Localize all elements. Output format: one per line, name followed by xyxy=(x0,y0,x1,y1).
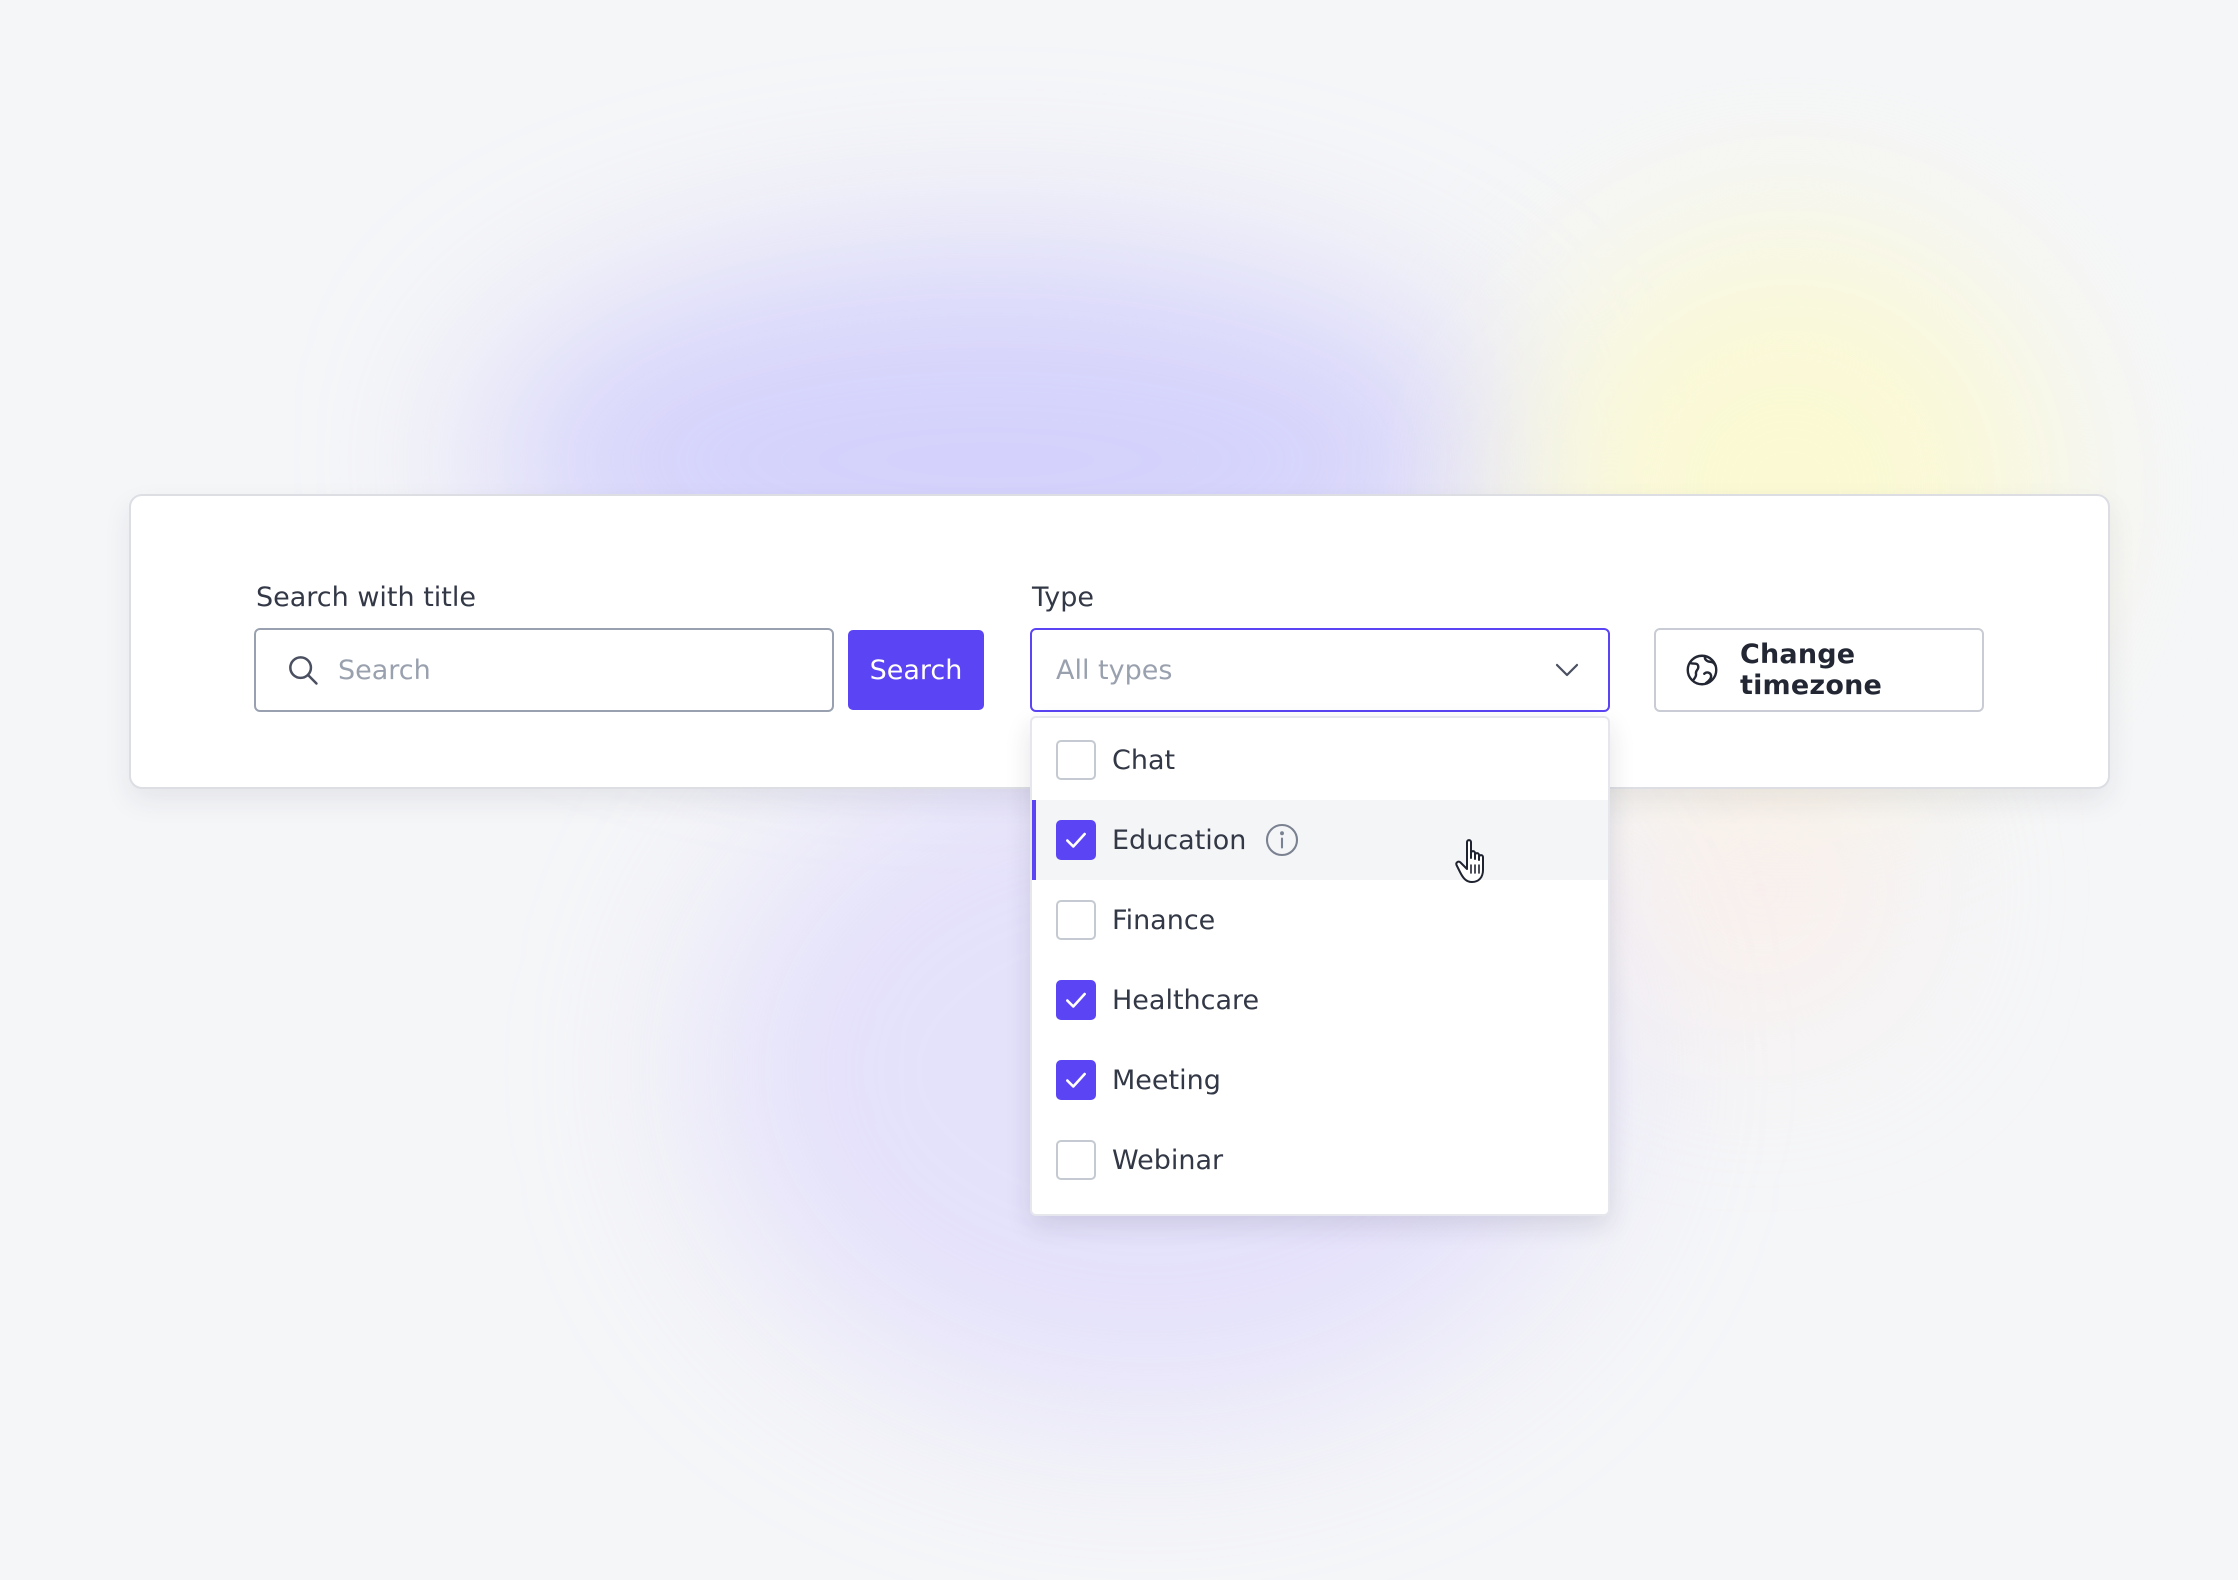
background-glow xyxy=(1620,760,1900,1020)
type-label: Type xyxy=(1032,582,1095,613)
search-button[interactable]: Search xyxy=(848,630,984,710)
option-checkbox[interactable] xyxy=(1056,740,1096,780)
option-label: Chat xyxy=(1112,744,1176,776)
option-label: Meeting xyxy=(1112,1064,1221,1096)
option-chat[interactable]: Chat xyxy=(1032,720,1608,800)
option-checkbox[interactable] xyxy=(1056,820,1096,860)
type-select-value: All types xyxy=(1056,654,1173,686)
page-background: Search with title Search Type All types xyxy=(0,0,2238,1580)
globe-icon xyxy=(1684,652,1720,688)
search-icon xyxy=(284,651,322,689)
type-dropdown-menu: Chat Education Finance Healthcare Meetin… xyxy=(1030,716,1610,1216)
search-input[interactable] xyxy=(338,654,832,686)
chevron-down-icon xyxy=(1552,655,1582,685)
option-checkbox[interactable] xyxy=(1056,980,1096,1020)
option-finance[interactable]: Finance xyxy=(1032,880,1608,960)
option-checkbox[interactable] xyxy=(1056,900,1096,940)
change-timezone-label: Change timezone xyxy=(1740,639,1883,701)
option-label: Healthcare xyxy=(1112,984,1260,1016)
option-healthcare[interactable]: Healthcare xyxy=(1032,960,1608,1040)
check-icon xyxy=(1066,992,1086,1008)
option-label: Finance xyxy=(1112,904,1216,936)
check-icon xyxy=(1066,832,1086,848)
hand-cursor-icon xyxy=(1455,839,1484,883)
option-meeting[interactable]: Meeting xyxy=(1032,1040,1608,1120)
change-timezone-button[interactable]: Change timezone xyxy=(1654,628,1984,712)
info-icon[interactable] xyxy=(1264,822,1300,858)
type-select[interactable]: All types xyxy=(1030,628,1610,712)
search-label: Search with title xyxy=(256,582,476,613)
option-checkbox[interactable] xyxy=(1056,1140,1096,1180)
check-icon xyxy=(1066,1072,1086,1088)
option-label: Education xyxy=(1112,824,1247,856)
option-webinar[interactable]: Webinar xyxy=(1032,1120,1608,1200)
search-field[interactable] xyxy=(254,628,834,712)
option-label: Webinar xyxy=(1112,1144,1224,1176)
option-checkbox[interactable] xyxy=(1056,1060,1096,1100)
option-education[interactable]: Education xyxy=(1032,800,1608,880)
